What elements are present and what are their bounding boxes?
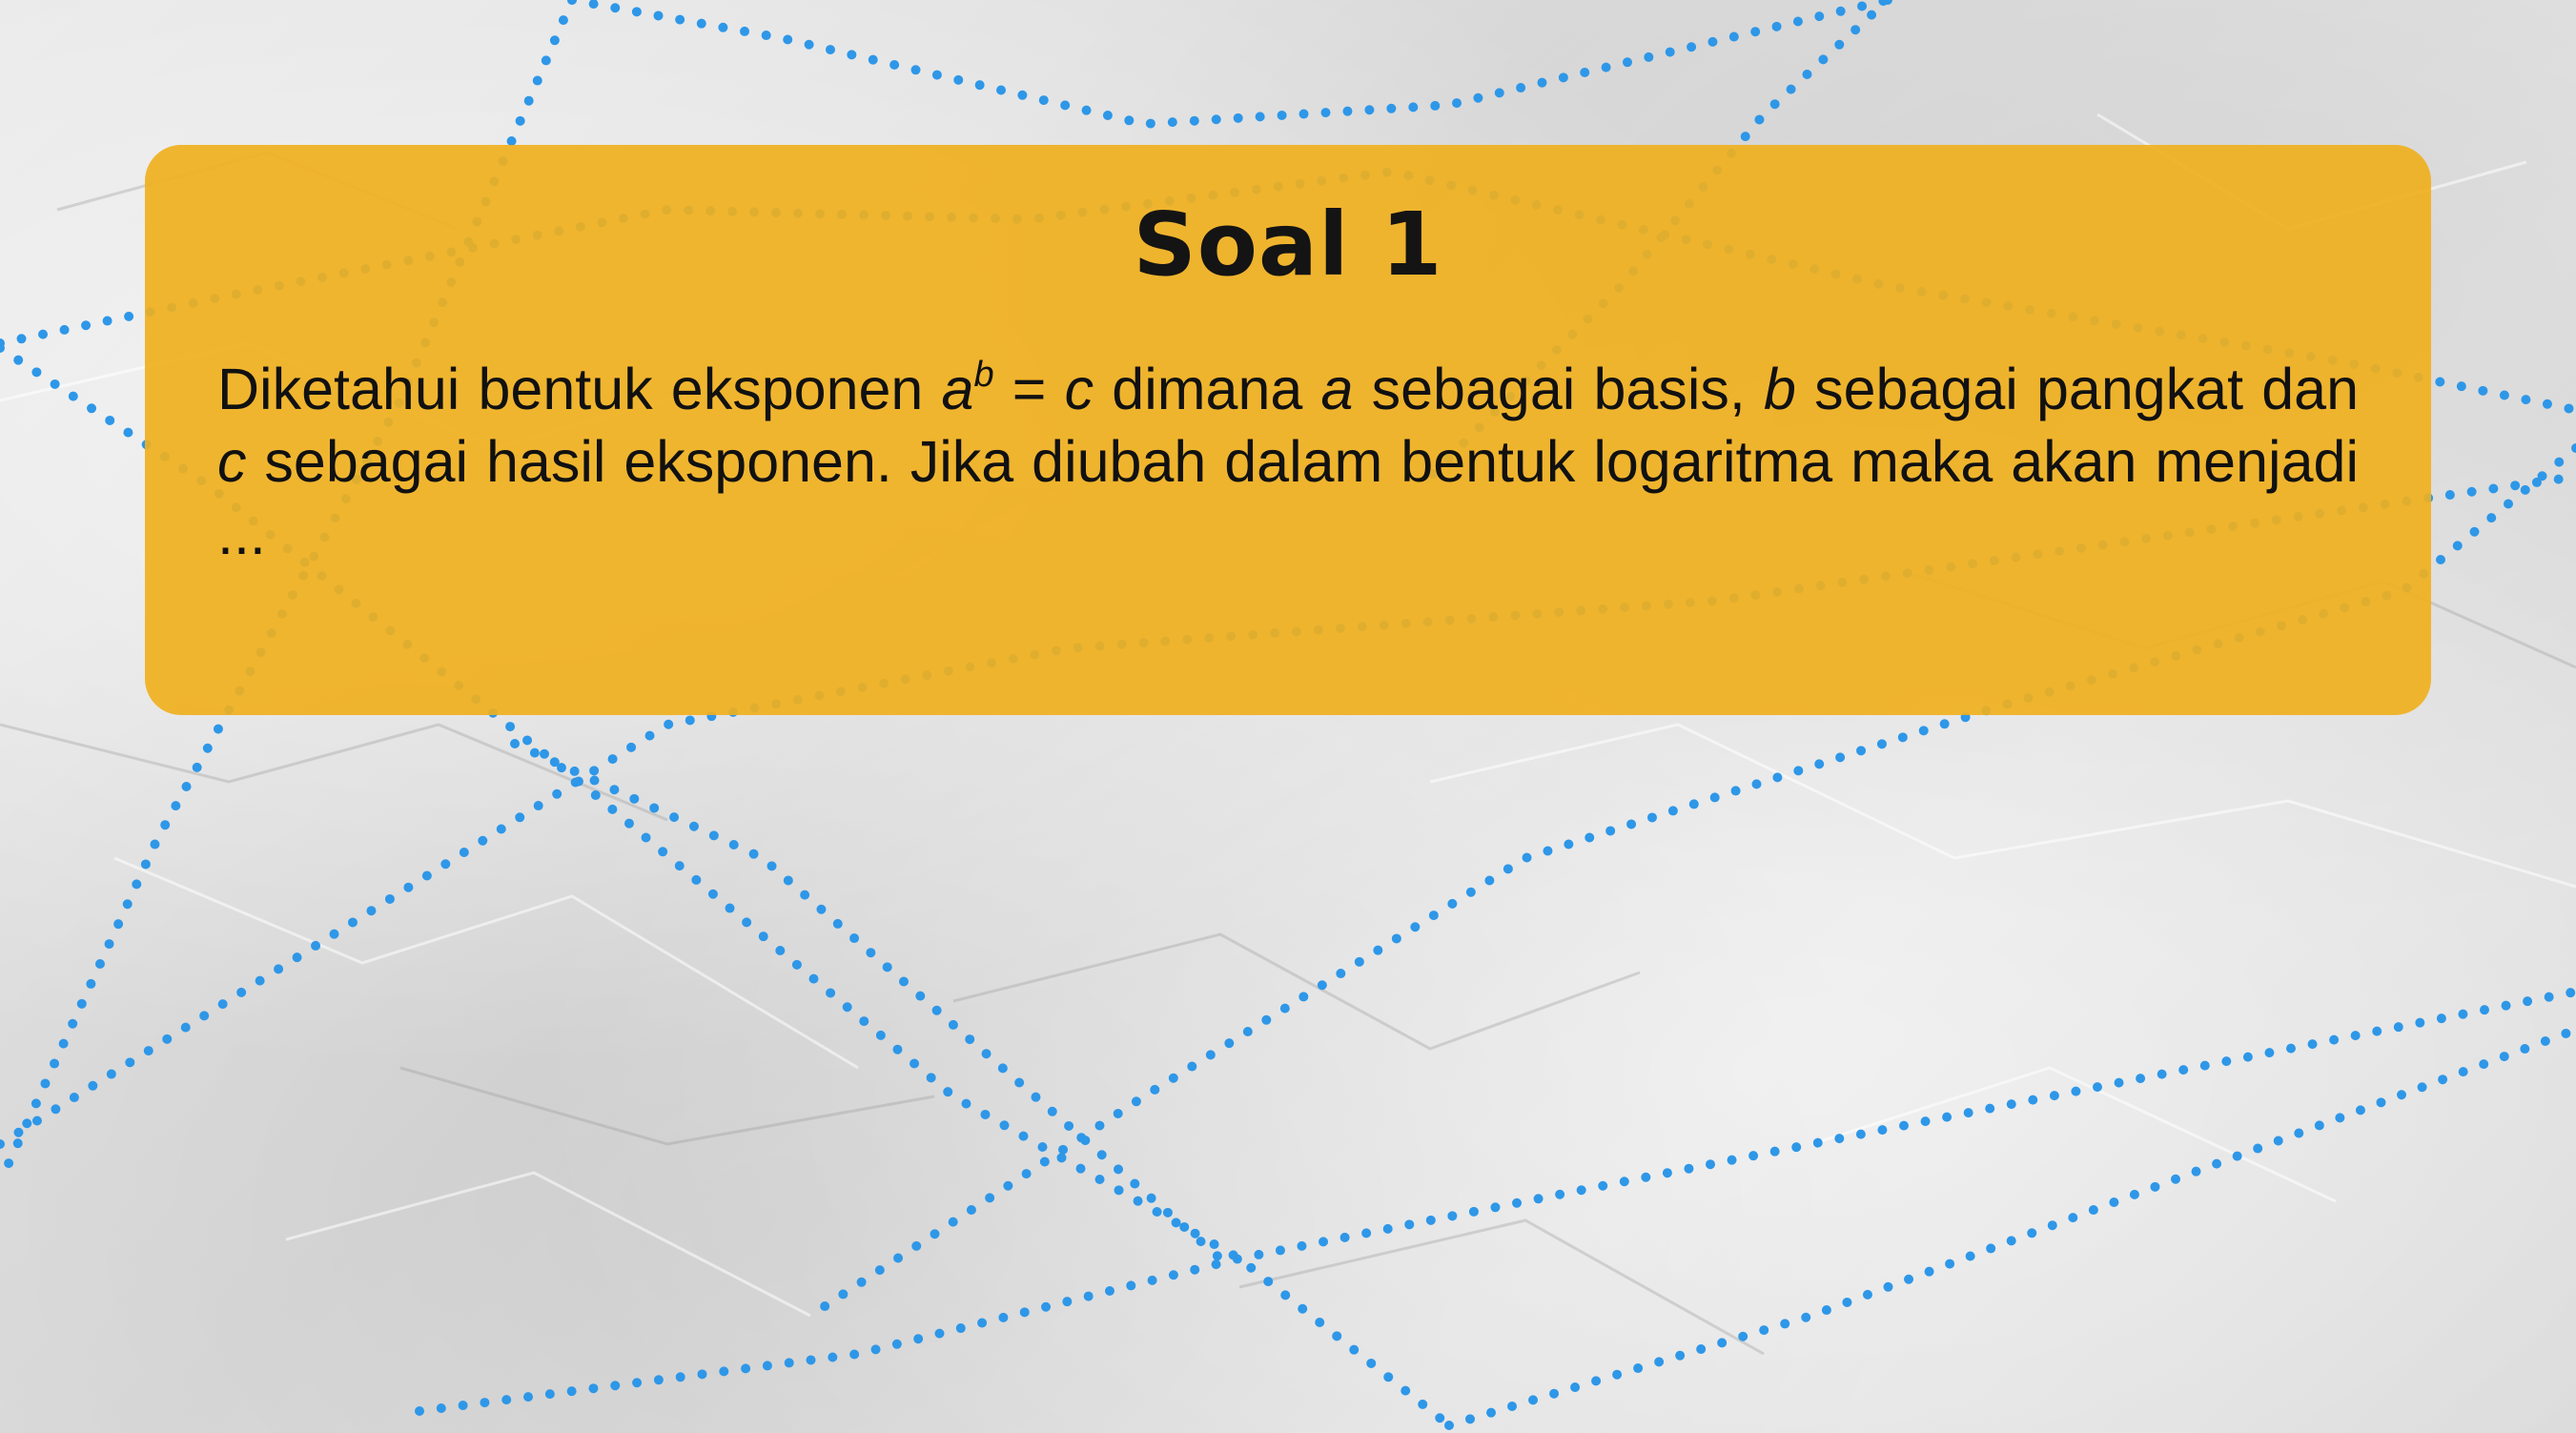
dotted-line: [415, 987, 2576, 1416]
equals-sign: =: [993, 357, 1065, 421]
dotted-line: [567, 0, 1892, 130]
exponent-variable: b: [973, 355, 994, 395]
result-variable: c: [1064, 357, 1094, 421]
slide-title: Soal 1: [1133, 194, 1443, 296]
base-variable: a: [941, 357, 974, 421]
variable-b: b: [1764, 357, 1796, 421]
variable-c: c: [217, 429, 247, 494]
question-part-2: dimana: [1094, 357, 1321, 421]
question-intro: Diketahui bentuk eksponen: [217, 357, 942, 421]
question-part-4: sebagai pangkat dan: [1795, 357, 2360, 421]
question-card: Soal 1 Diketahui bentuk eksponen ab = c …: [145, 145, 2431, 715]
question-part-5: sebagai hasil eksponen. Jika diubah dala…: [217, 429, 2359, 566]
dotted-line: [510, 739, 1225, 1263]
question-part-3: sebagai basis,: [1353, 357, 1765, 421]
variable-a: a: [1320, 357, 1354, 421]
question-text: Diketahui bentuk eksponen ab = c dimana …: [217, 353, 2359, 570]
dotted-line: [1444, 1025, 2576, 1430]
